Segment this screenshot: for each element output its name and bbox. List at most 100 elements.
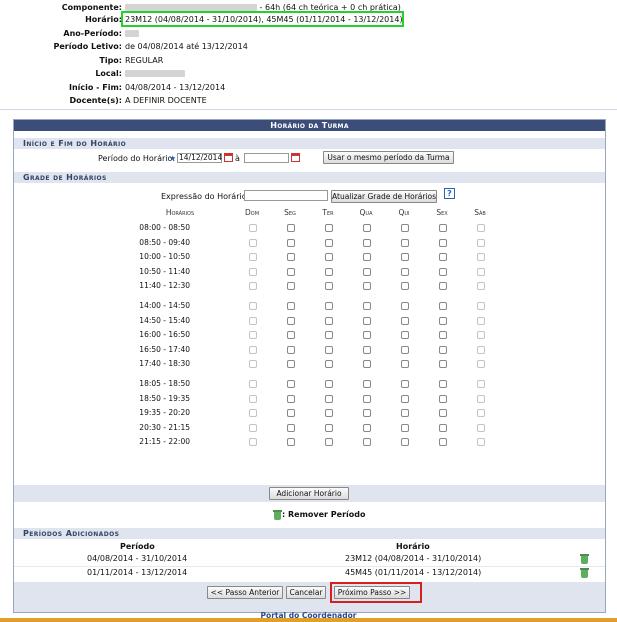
slot-checkbox[interactable] xyxy=(439,423,447,432)
slot-checkbox[interactable] xyxy=(249,316,257,325)
slot-checkbox[interactable] xyxy=(401,302,409,310)
slot-checkbox[interactable] xyxy=(287,316,295,325)
slot-checkbox[interactable] xyxy=(363,302,371,310)
slot-checkbox[interactable] xyxy=(287,360,295,369)
slot-checkbox[interactable] xyxy=(325,438,333,447)
help-icon[interactable]: ? xyxy=(444,188,455,199)
slot-checkbox[interactable] xyxy=(287,409,295,418)
slot-checkbox[interactable] xyxy=(325,345,333,354)
slot-checkbox[interactable] xyxy=(325,360,333,369)
slot-checkbox[interactable] xyxy=(363,360,371,369)
calendar-icon-start[interactable] xyxy=(224,153,233,162)
slot-checkbox[interactable] xyxy=(401,360,409,369)
slot-checkbox[interactable] xyxy=(249,267,257,276)
slot-checkbox[interactable] xyxy=(363,394,371,403)
slot-checkbox[interactable] xyxy=(287,224,295,232)
slot-checkbox[interactable] xyxy=(287,331,295,340)
slot-checkbox[interactable] xyxy=(477,345,485,354)
adicionar-horario-button[interactable]: Adicionar Horário xyxy=(269,487,349,500)
slot-checkbox[interactable] xyxy=(325,423,333,432)
slot-checkbox[interactable] xyxy=(363,345,371,354)
slot-checkbox[interactable] xyxy=(439,380,447,388)
slot-checkbox[interactable] xyxy=(363,438,371,447)
slot-checkbox[interactable] xyxy=(287,394,295,403)
slot-checkbox[interactable] xyxy=(401,224,409,232)
end-date-input[interactable] xyxy=(244,153,289,163)
slot-checkbox[interactable] xyxy=(249,423,257,432)
slot-checkbox[interactable] xyxy=(325,316,333,325)
slot-checkbox[interactable] xyxy=(363,267,371,276)
slot-checkbox[interactable] xyxy=(439,253,447,262)
slot-checkbox[interactable] xyxy=(401,253,409,262)
slot-checkbox[interactable] xyxy=(249,282,257,291)
slot-checkbox[interactable] xyxy=(477,409,485,418)
slot-checkbox[interactable] xyxy=(325,238,333,247)
slot-checkbox[interactable] xyxy=(401,394,409,403)
slot-checkbox[interactable] xyxy=(439,316,447,325)
slot-checkbox[interactable] xyxy=(363,238,371,247)
cancelar-button[interactable]: Cancelar xyxy=(286,586,326,599)
slot-checkbox[interactable] xyxy=(477,316,485,325)
slot-checkbox[interactable] xyxy=(439,267,447,276)
slot-checkbox[interactable] xyxy=(477,360,485,369)
slot-checkbox[interactable] xyxy=(477,282,485,291)
slot-checkbox[interactable] xyxy=(325,331,333,340)
slot-checkbox[interactable] xyxy=(249,253,257,262)
slot-checkbox[interactable] xyxy=(439,345,447,354)
slot-checkbox[interactable] xyxy=(439,360,447,369)
slot-checkbox[interactable] xyxy=(439,238,447,247)
slot-checkbox[interactable] xyxy=(363,409,371,418)
slot-checkbox[interactable] xyxy=(401,345,409,354)
slot-checkbox[interactable] xyxy=(249,331,257,340)
slot-checkbox[interactable] xyxy=(401,282,409,291)
slot-checkbox[interactable] xyxy=(439,224,447,232)
slot-checkbox[interactable] xyxy=(477,394,485,403)
slot-checkbox[interactable] xyxy=(287,380,295,388)
remove-periodo-icon[interactable] xyxy=(580,554,589,564)
remove-periodo-icon[interactable] xyxy=(580,568,589,578)
slot-checkbox[interactable] xyxy=(401,331,409,340)
slot-checkbox[interactable] xyxy=(249,345,257,354)
slot-checkbox[interactable] xyxy=(325,282,333,291)
slot-checkbox[interactable] xyxy=(363,331,371,340)
slot-checkbox[interactable] xyxy=(401,438,409,447)
slot-checkbox[interactable] xyxy=(249,409,257,418)
slot-checkbox[interactable] xyxy=(325,253,333,262)
slot-checkbox[interactable] xyxy=(287,438,295,447)
passo-anterior-button[interactable]: << Passo Anterior xyxy=(207,586,283,599)
slot-checkbox[interactable] xyxy=(477,380,485,388)
slot-checkbox[interactable] xyxy=(477,253,485,262)
slot-checkbox[interactable] xyxy=(287,267,295,276)
slot-checkbox[interactable] xyxy=(439,394,447,403)
slot-checkbox[interactable] xyxy=(439,438,447,447)
slot-checkbox[interactable] xyxy=(249,224,257,232)
slot-checkbox[interactable] xyxy=(249,238,257,247)
slot-checkbox[interactable] xyxy=(287,423,295,432)
slot-checkbox[interactable] xyxy=(287,345,295,354)
slot-checkbox[interactable] xyxy=(249,302,257,310)
slot-checkbox[interactable] xyxy=(363,423,371,432)
slot-checkbox[interactable] xyxy=(401,316,409,325)
slot-checkbox[interactable] xyxy=(439,331,447,340)
slot-checkbox[interactable] xyxy=(249,360,257,369)
slot-checkbox[interactable] xyxy=(401,380,409,388)
slot-checkbox[interactable] xyxy=(401,238,409,247)
slot-checkbox[interactable] xyxy=(477,302,485,310)
slot-checkbox[interactable] xyxy=(439,302,447,310)
slot-checkbox[interactable] xyxy=(477,224,485,232)
slot-checkbox[interactable] xyxy=(401,267,409,276)
slot-checkbox[interactable] xyxy=(439,282,447,291)
calendar-icon-end[interactable] xyxy=(291,153,300,162)
slot-checkbox[interactable] xyxy=(287,302,295,310)
slot-checkbox[interactable] xyxy=(477,423,485,432)
slot-checkbox[interactable] xyxy=(477,267,485,276)
slot-checkbox[interactable] xyxy=(249,394,257,403)
slot-checkbox[interactable] xyxy=(325,380,333,388)
slot-checkbox[interactable] xyxy=(477,331,485,340)
slot-checkbox[interactable] xyxy=(287,253,295,262)
slot-checkbox[interactable] xyxy=(363,282,371,291)
slot-checkbox[interactable] xyxy=(287,238,295,247)
slot-checkbox[interactable] xyxy=(287,282,295,291)
slot-checkbox[interactable] xyxy=(363,380,371,388)
slot-checkbox[interactable] xyxy=(325,409,333,418)
